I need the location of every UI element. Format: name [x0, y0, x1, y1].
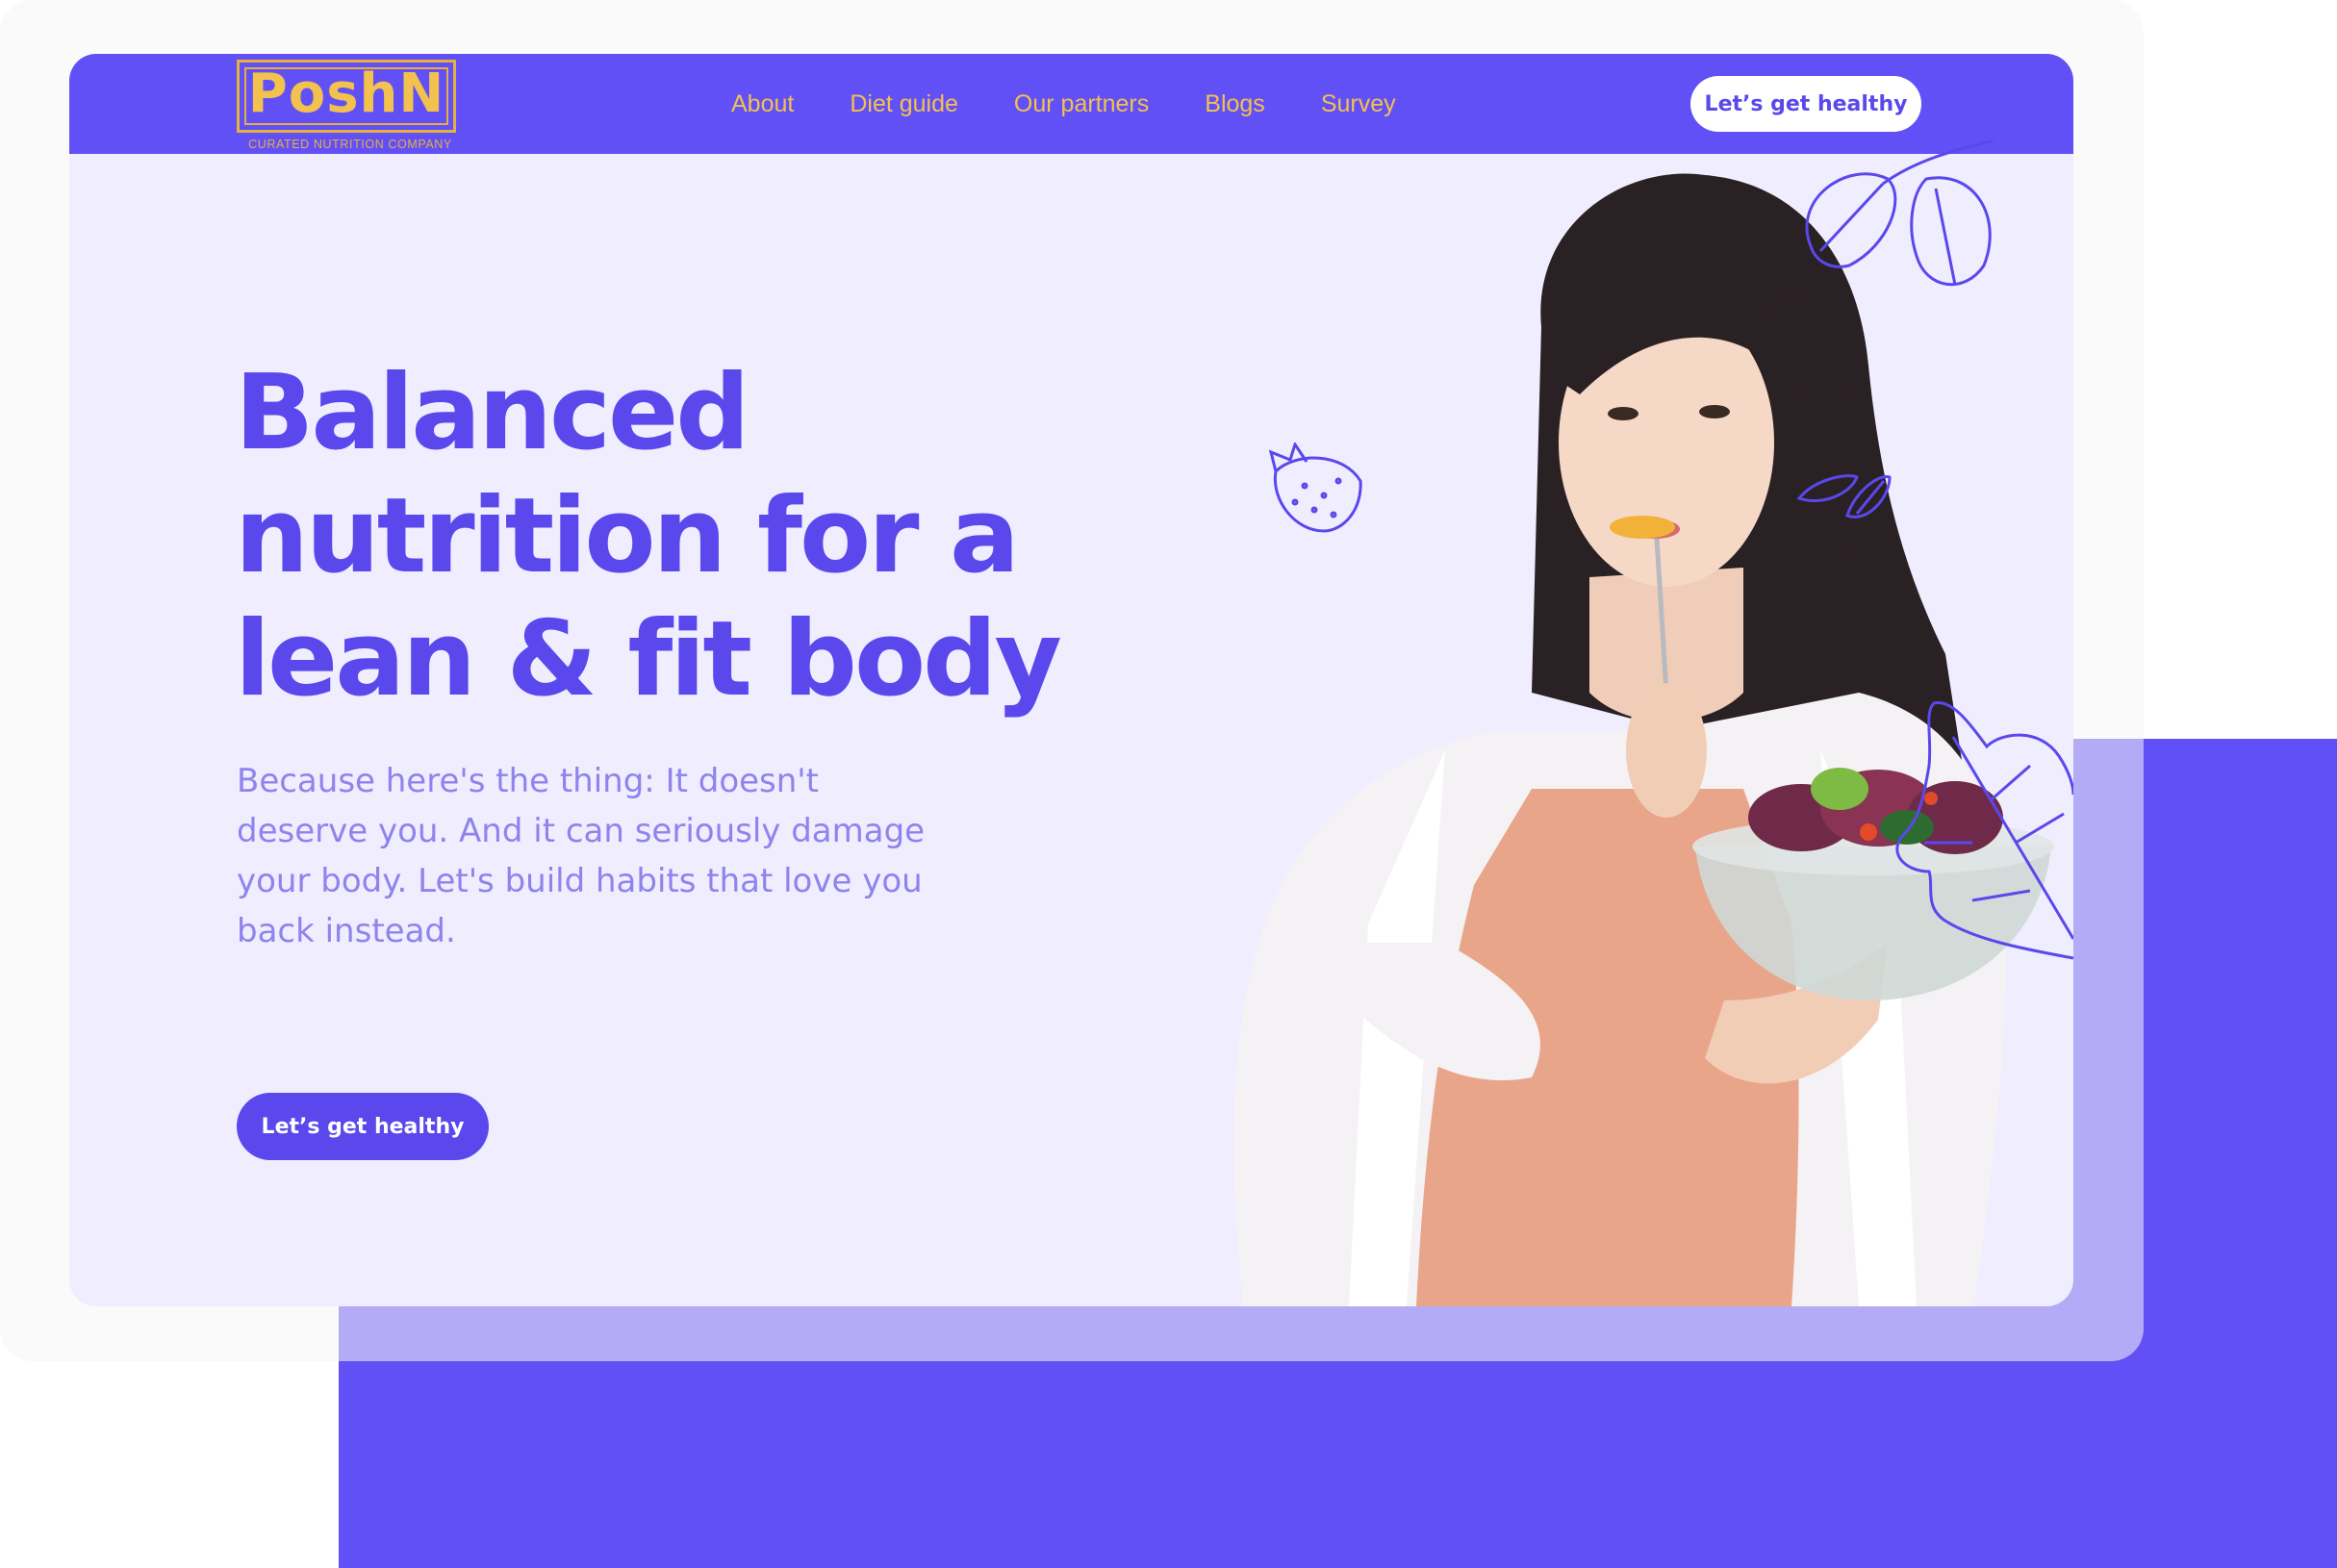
logo-tagline: CURATED NUTRITION COMPANY: [248, 138, 452, 151]
logo-wordmark: PoshN: [247, 63, 445, 125]
hero-heading: Balanced nutrition for a lean & fit body: [235, 352, 1197, 721]
nav-cta-button[interactable]: Let’s get healthy: [1690, 76, 1921, 132]
hero-cta-button[interactable]: Let’s get healthy: [237, 1093, 489, 1160]
leaf-icon: [1895, 701, 2073, 960]
hero-heading-line: Balanced: [235, 353, 750, 473]
nav-links: About Diet guide Our partners Blogs Surv…: [731, 54, 1452, 154]
landing-page-card: PoshN CURATED NUTRITION COMPANY About Di…: [69, 54, 2073, 1306]
nav-link-diet-guide[interactable]: Diet guide: [850, 90, 958, 118]
hero-heading-line: lean & fit body: [235, 599, 1062, 720]
nav-link-about[interactable]: About: [731, 90, 794, 118]
nav-link-survey[interactable]: Survey: [1321, 90, 1396, 118]
top-navbar: PoshN CURATED NUTRITION COMPANY About Di…: [69, 54, 2073, 154]
hero-subtext: Because here's the thing: It doesn't des…: [237, 762, 926, 950]
hero-heading-line: nutrition for a: [235, 476, 1020, 596]
almonds-icon: [1797, 474, 1892, 518]
nav-link-our-partners[interactable]: Our partners: [1014, 90, 1149, 118]
spinach-leaves-icon: [1805, 140, 1994, 287]
strawberry-icon: [1268, 443, 1362, 533]
nav-link-blogs[interactable]: Blogs: [1205, 90, 1265, 118]
logo[interactable]: PoshN CURATED NUTRITION COMPANY: [237, 60, 464, 156]
